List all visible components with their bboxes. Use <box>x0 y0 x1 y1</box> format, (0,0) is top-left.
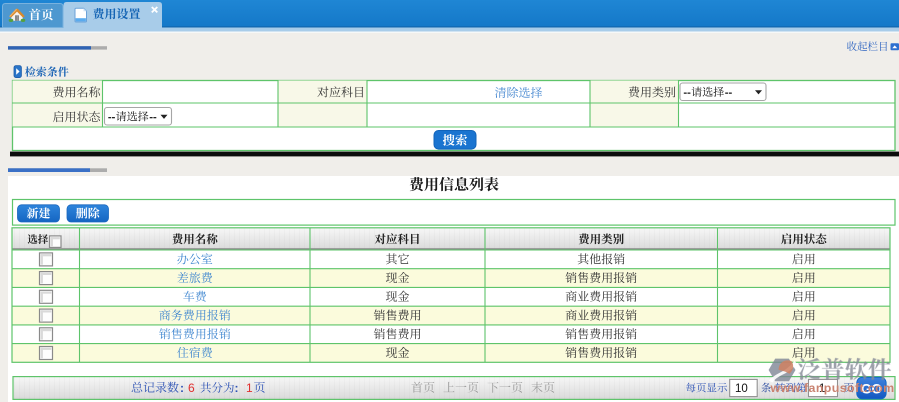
svg-text:6: 6 <box>188 381 195 395</box>
svg-text:10: 10 <box>735 383 748 395</box>
svg-text:www.fanpusoft.com: www.fanpusoft.com <box>770 381 895 395</box>
svg-text::: : <box>180 381 184 395</box>
svg-text::: : <box>235 381 239 395</box>
svg-text:1: 1 <box>246 381 253 395</box>
